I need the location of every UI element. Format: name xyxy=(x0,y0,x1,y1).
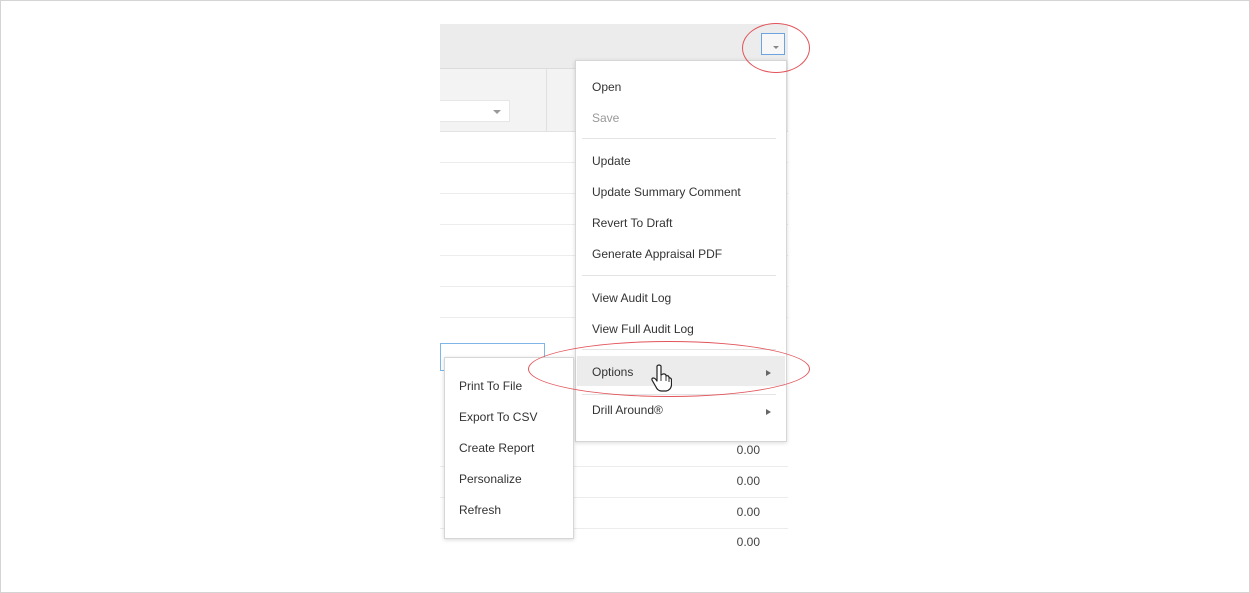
menu-item-update-summary-comment[interactable]: Update Summary Comment xyxy=(592,185,741,199)
menu-separator xyxy=(582,394,776,395)
submenu-item-print-to-file[interactable]: Print To File xyxy=(459,379,522,393)
menu-item-view-full-audit-log[interactable]: View Full Audit Log xyxy=(592,322,694,336)
grid-cell-value: 0.00 xyxy=(736,474,760,488)
arrow-right-icon xyxy=(766,409,771,415)
options-submenu: Print To File Export To CSV Create Repor… xyxy=(444,357,574,539)
menu-item-revert-to-draft[interactable]: Revert To Draft xyxy=(592,216,672,230)
column-filter-select[interactable] xyxy=(440,100,510,122)
arrow-right-icon xyxy=(766,370,771,376)
grid-cell-value: 0.00 xyxy=(736,535,760,549)
menu-item-generate-appraisal-pdf[interactable]: Generate Appraisal PDF xyxy=(592,247,722,261)
submenu-item-refresh[interactable]: Refresh xyxy=(459,503,501,517)
menu-item-view-audit-log[interactable]: View Audit Log xyxy=(592,291,671,305)
menu-item-save: Save xyxy=(592,111,620,125)
hand-pointer-icon xyxy=(651,364,672,392)
submenu-item-personalize[interactable]: Personalize xyxy=(459,472,522,486)
column-divider xyxy=(546,69,547,131)
menu-separator xyxy=(582,138,776,139)
menu-separator xyxy=(582,349,776,350)
menu-item-open[interactable]: Open xyxy=(592,80,621,94)
menu-item-options[interactable]: Options xyxy=(592,365,633,379)
grid-menu-button[interactable] xyxy=(761,33,785,55)
submenu-item-create-report[interactable]: Create Report xyxy=(459,441,534,455)
submenu-item-export-to-csv[interactable]: Export To CSV xyxy=(459,410,537,424)
context-menu: Open Save Update Update Summary Comment … xyxy=(575,60,787,442)
menu-item-update[interactable]: Update xyxy=(592,154,631,168)
chevron-down-icon xyxy=(493,110,501,114)
grid-cell-value: 0.00 xyxy=(736,505,760,519)
menu-item-drill-around[interactable]: Drill Around® xyxy=(592,403,663,417)
menu-separator xyxy=(582,275,776,276)
grid-cell-value: 0.00 xyxy=(736,443,760,457)
